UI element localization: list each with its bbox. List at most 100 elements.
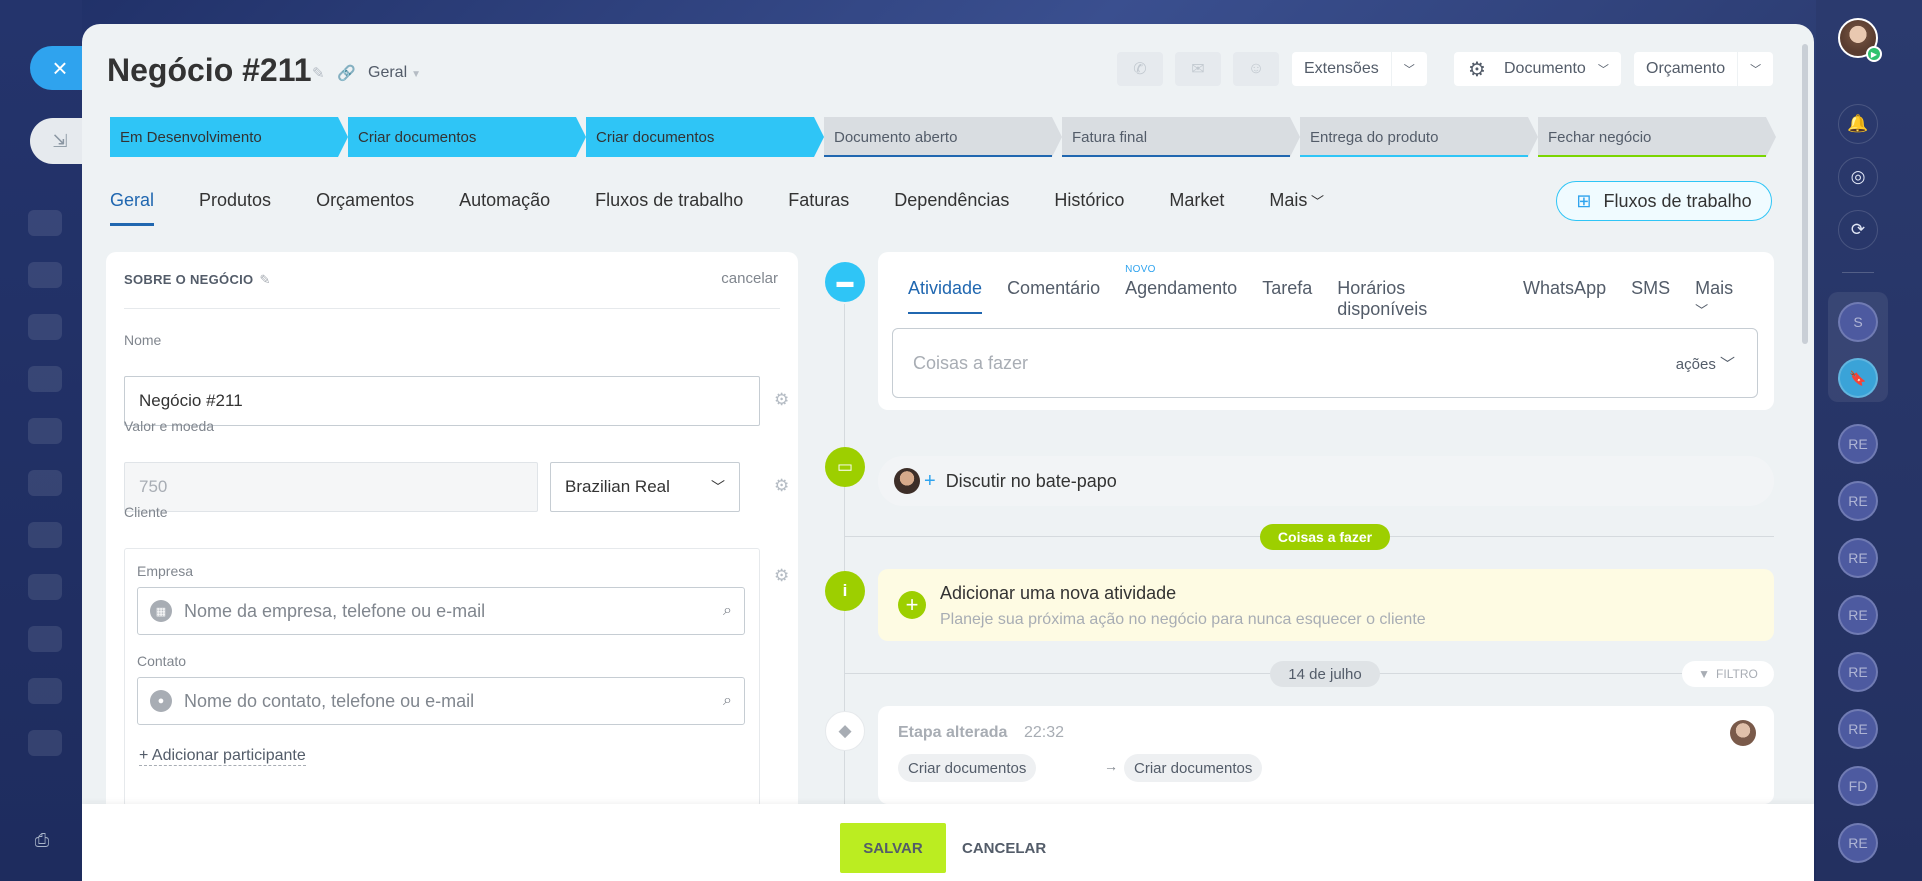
about-deal-card: SOBRE O NEGÓCIO ✎ cancelar Nome Negócio #… — [106, 252, 798, 881]
tab-6[interactable]: Dependências — [894, 190, 1009, 226]
document-button[interactable]: Documento ﹀ — [1492, 52, 1621, 86]
actions-dropdown[interactable]: ações ﹀ — [1676, 353, 1735, 374]
activity-tab-label: Atividade — [908, 278, 983, 298]
chat-avatar[interactable]: RE — [1838, 823, 1878, 863]
name-field[interactable]: Negócio #211 — [124, 376, 760, 426]
activity-tab-3[interactable]: Tarefa — [1262, 278, 1312, 314]
filter-button[interactable]: ▼ FILTRO — [1682, 661, 1774, 687]
workflows-label: Fluxos de trabalho — [1603, 190, 1752, 211]
gear-icon[interactable]: ⚙ — [774, 476, 789, 496]
deal-slider: Negócio #211 ✎ 🔗 Geral ▼ ✆ ✉ ☺ Extensões ﹀… — [82, 24, 1814, 881]
currency-value: Brazilian Real — [565, 477, 670, 496]
chevron-down-icon: ﹀ — [1597, 64, 1609, 76]
stage-6[interactable]: Entrega do produto — [1300, 117, 1538, 157]
tab-2[interactable]: Orçamentos — [316, 190, 414, 226]
tab-8[interactable]: Market — [1169, 190, 1224, 226]
contact-search-input[interactable]: ● Nome do contato, telefone ou e-mail ⌕ — [137, 677, 745, 725]
rail-item — [28, 262, 62, 288]
activity-tab-2[interactable]: NOVO Agendamento — [1125, 264, 1237, 314]
tab-3[interactable]: Automação — [459, 190, 550, 226]
tab-5[interactable]: Faturas — [788, 190, 849, 226]
save-button[interactable]: SALVAR — [840, 823, 946, 873]
todo-badge: Coisas a fazer — [1260, 524, 1390, 550]
gear-icon: ⚙ — [1468, 58, 1486, 81]
phone-icon: ✆ — [1133, 61, 1147, 78]
chat-avatar[interactable]: RE — [1838, 424, 1878, 464]
sync-icon[interactable]: ⟳ — [1838, 210, 1878, 250]
chat-avatar[interactable]: RE — [1838, 595, 1878, 635]
chat-avatar[interactable]: RE — [1838, 481, 1878, 521]
print-icon[interactable]: ⎙ — [30, 828, 54, 852]
stage-3[interactable]: Criar documentos — [586, 117, 824, 157]
new-activity-card[interactable]: + Adicionar uma nova atividade Planeje s… — [878, 569, 1774, 641]
todo-input[interactable]: Coisas a fazer ações ﹀ — [892, 328, 1758, 398]
add-participant-link[interactable]: + Adicionar participante — [139, 747, 306, 766]
pencil-icon[interactable]: ✎ — [259, 272, 270, 287]
chat-avatar[interactable]: RE — [1838, 709, 1878, 749]
stage-5[interactable]: Fatura final — [1062, 117, 1300, 157]
activity-tab-0[interactable]: Atividade — [908, 278, 983, 314]
add-circle-icon: + — [898, 591, 926, 619]
activity-tab-7[interactable]: Mais ﹀ — [1695, 278, 1749, 318]
value-label: Valor e moeda — [124, 418, 215, 434]
person-icon: ● — [150, 690, 172, 712]
activity-tab-4[interactable]: Horários disponíveis — [1337, 278, 1498, 319]
activity-tab-label: WhatsApp — [1523, 278, 1607, 298]
stage-7[interactable]: Fechar negócio — [1538, 117, 1776, 157]
bookmark-icon[interactable]: 🔖 — [1838, 358, 1878, 398]
pipeline-dropdown[interactable]: Geral ▼ — [368, 64, 421, 82]
chat-avatar[interactable]: S — [1838, 302, 1878, 342]
stage-2[interactable]: Criar documentos — [348, 117, 586, 157]
activity-tab-1[interactable]: Comentário — [1007, 278, 1100, 314]
chat-button[interactable]: ☺ — [1233, 52, 1279, 86]
tab-1[interactable]: Produtos — [199, 190, 271, 226]
extensions-button[interactable]: Extensões ﹀ — [1292, 52, 1427, 86]
scrollbar[interactable] — [1802, 44, 1808, 344]
rail-item — [28, 678, 62, 704]
gear-icon[interactable]: ⚙ — [774, 390, 789, 410]
close-slider-button[interactable]: × — [30, 46, 82, 90]
quote-button[interactable]: Orçamento ﹀ — [1634, 52, 1774, 86]
filter-label: FILTRO — [1716, 667, 1758, 681]
edit-icon[interactable]: ✎ — [312, 64, 325, 82]
chat-avatar[interactable]: RE — [1838, 538, 1878, 578]
company-label: Empresa — [137, 563, 194, 579]
bell-icon[interactable]: 🔔 — [1838, 104, 1878, 144]
workflows-button[interactable]: ⊞ Fluxos de trabalho — [1556, 181, 1772, 221]
gear-icon[interactable]: ⚙ — [774, 566, 789, 586]
chat-discussion-button[interactable]: + Discutir no bate-papo — [878, 456, 1774, 506]
currency-select[interactable]: Brazilian Real ﹀ — [550, 462, 740, 512]
close-icon: × — [52, 52, 68, 83]
chat-avatar[interactable]: FD — [1838, 766, 1878, 806]
stage-4[interactable]: Documento aberto — [824, 117, 1062, 157]
tab-label: Histórico — [1054, 190, 1125, 210]
tab-label: Dependências — [894, 190, 1010, 210]
cancel-button[interactable]: CANCELAR — [962, 823, 1046, 873]
tab-7[interactable]: Histórico — [1054, 190, 1124, 226]
tab-0[interactable]: Geral — [110, 190, 155, 226]
new-activity-subtitle: Planeje sua próxima ação no negócio para… — [940, 611, 1426, 628]
activity-tab-5[interactable]: WhatsApp — [1523, 278, 1606, 314]
rail-item — [28, 574, 62, 600]
copilot-icon[interactable]: ◎ — [1838, 157, 1878, 197]
tab-4[interactable]: Fluxos de trabalho — [595, 190, 743, 226]
link-icon[interactable]: 🔗 — [337, 64, 356, 82]
value-field[interactable]: 750 — [124, 462, 538, 512]
chat-avatar[interactable]: RE — [1838, 652, 1878, 692]
section-title-text: SOBRE O NEGÓCIO — [124, 272, 254, 287]
contact-label: Contato — [137, 653, 187, 669]
todo-placeholder: Coisas a fazer — [913, 352, 1029, 373]
chevron-down-icon: ﹀ — [1750, 64, 1762, 76]
company-placeholder: Nome da empresa, telefone ou e-mail — [184, 600, 486, 621]
activity-tab-6[interactable]: SMS — [1631, 278, 1670, 314]
stage-1[interactable]: Em Desenvolvimento — [110, 117, 348, 157]
rail-item — [28, 470, 62, 496]
minimize-slider-button[interactable]: ⇲ — [30, 118, 82, 164]
cancel-link[interactable]: cancelar — [721, 270, 778, 287]
email-button[interactable]: ✉ — [1175, 52, 1221, 86]
tab-9[interactable]: Mais ﹀ — [1269, 190, 1324, 226]
avatar[interactable] — [1730, 720, 1756, 746]
company-search-input[interactable]: ▦ Nome da empresa, telefone ou e-mail ⌕ — [137, 587, 745, 635]
call-button[interactable]: ✆ — [1117, 52, 1163, 86]
chat-bubble-icon: ▭ — [825, 447, 865, 487]
